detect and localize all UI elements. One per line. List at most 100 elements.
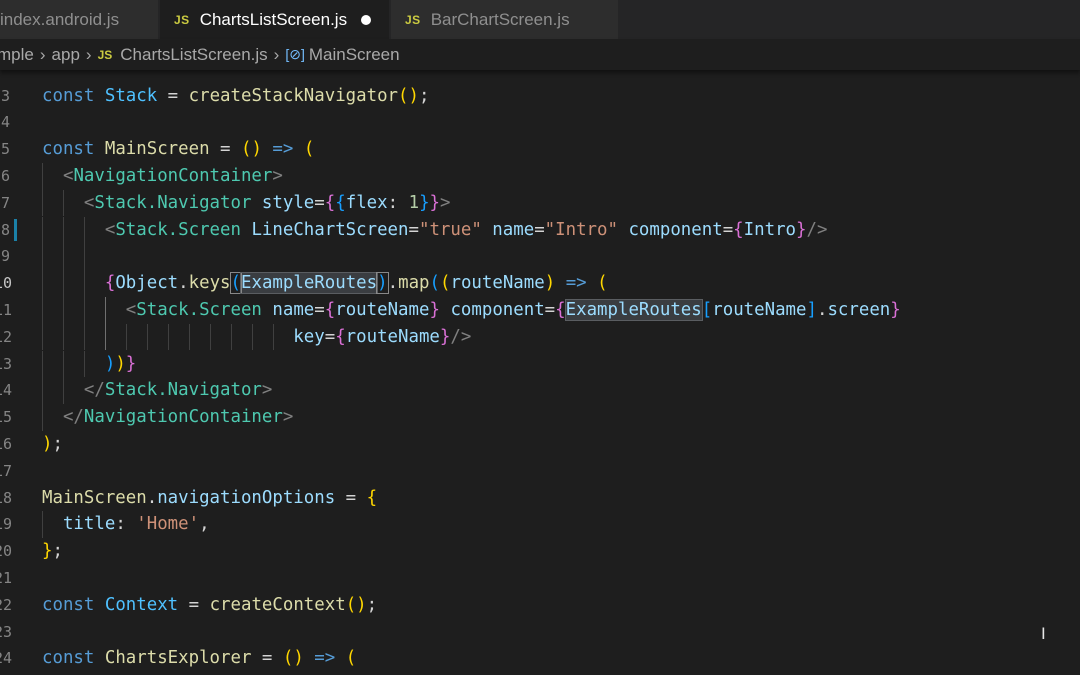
code-token: ChartsExplorer — [104, 648, 252, 669]
line-number: 7 — [0, 193, 10, 212]
code-token: map — [398, 273, 430, 294]
code-token: = — [178, 594, 210, 615]
code-token: ; — [52, 433, 63, 454]
code-line[interactable]: 5 const MainScreen = () => ( — [0, 136, 1080, 163]
code-token: ( — [345, 648, 357, 669]
code-token: "true" — [418, 219, 482, 240]
code-token: => — [314, 648, 336, 669]
js-file-icon: JS — [174, 12, 190, 27]
code-token: . — [816, 299, 828, 320]
code-token: ; — [366, 594, 378, 615]
line-number: 22 — [0, 595, 13, 614]
code-token: = — [314, 299, 325, 320]
code-token: ( — [229, 272, 243, 295]
chevron-right-icon: › — [85, 44, 92, 64]
unsaved-dot-icon[interactable] — [361, 14, 372, 25]
code-token: } — [429, 299, 440, 320]
breadcrumb-folder-app[interactable]: app — [52, 45, 80, 65]
indent-guide — [42, 243, 43, 271]
code-token: Stack.Screen — [136, 299, 262, 320]
code-line[interactable]: 13 ))} — [0, 350, 1080, 378]
code-token: 'Home' — [136, 514, 200, 535]
code-text: title: 'Home', — [42, 511, 210, 538]
code-line[interactable]: 12 key={routeName}/> — [0, 323, 1080, 351]
js-file-icon: JS — [405, 12, 421, 27]
code-token: < — [125, 299, 137, 320]
code-line[interactable]: 15 </NavigationContainer> — [0, 404, 1080, 431]
code-token: routeName — [335, 299, 430, 320]
code-line[interactable]: 7 <Stack.Navigator style={{flex: 1}}> — [0, 189, 1080, 217]
line-number: 8 — [0, 220, 10, 239]
code-token: { — [555, 299, 566, 320]
code-token: < — [83, 192, 95, 213]
code-token: ) — [544, 273, 556, 294]
code-line[interactable]: 14 </Stack.Navigator> — [0, 377, 1080, 405]
tab-charts-list-screen[interactable]: JS ChartsListScreen.js — [160, 0, 390, 39]
code-line[interactable]: 4 — [0, 109, 1080, 136]
code-token: routeName — [345, 326, 440, 347]
code-line[interactable]: 9 — [0, 243, 1080, 271]
tab-bar-chart-screen[interactable]: JS BarChartScreen.js — [391, 0, 619, 39]
code-line[interactable]: 19 title: 'Home', — [0, 511, 1080, 539]
code-line[interactable]: 22 const Context = createContext(); — [0, 592, 1080, 619]
line-number: 12 — [0, 327, 13, 346]
line-number: 20 — [0, 542, 13, 561]
code-text: <Stack.Screen name={routeName} component… — [42, 297, 901, 324]
code-line[interactable]: 8 <Stack.Screen LineChartScreen="true" n… — [0, 216, 1080, 244]
code-line[interactable]: 11 <Stack.Screen name={routeName} compon… — [0, 296, 1080, 324]
modified-line-indicator[interactable] — [14, 218, 17, 241]
code-line[interactable]: 17 — [0, 458, 1080, 485]
code-token: screen — [827, 299, 891, 320]
code-editor[interactable]: 3 const Stack = createStackNavigator(); 4 5… — [0, 70, 1080, 675]
code-line[interactable]: 10 {Object.keys(ExampleRoutes).map((rout… — [0, 270, 1080, 297]
code-token: ) — [376, 272, 389, 295]
code-line[interactable]: 3 const Stack = createStackNavigator(); — [0, 83, 1080, 110]
breadcrumb-folder-example[interactable]: mple — [0, 45, 34, 65]
code-line[interactable]: 21 — [0, 565, 1080, 592]
code-token: /> — [450, 326, 472, 347]
code-token: > — [440, 192, 451, 213]
code-token: ; — [52, 541, 63, 562]
line-number: 11 — [0, 300, 13, 319]
chevron-right-icon: › — [39, 44, 46, 64]
chevron-right-icon: › — [273, 44, 280, 64]
code-token: > — [261, 380, 273, 401]
code-line[interactable]: 6 <NavigationContainer> — [0, 162, 1080, 190]
line-number: 18 — [0, 488, 13, 507]
code-line[interactable]: 24 const ChartsExplorer = () => ( — [0, 645, 1080, 672]
code-token: ] — [806, 299, 817, 320]
breadcrumb-file[interactable]: ChartsListScreen.js — [120, 45, 267, 65]
code-token: Intro — [743, 219, 797, 240]
code-token: < — [62, 165, 74, 186]
breadcrumb-symbol[interactable]: MainScreen — [309, 45, 400, 65]
code-line[interactable]: 16); — [0, 431, 1080, 458]
code-token: } — [890, 299, 901, 320]
code-line[interactable]: 23 — [0, 619, 1080, 646]
code-text: <Stack.Screen LineChartScreen="true" nam… — [42, 217, 828, 244]
line-number: 16 — [0, 434, 13, 453]
code-token: name — [272, 299, 315, 320]
code-line[interactable]: 18 MainScreen.navigationOptions = { — [0, 485, 1080, 512]
code-line[interactable]: 20}; — [0, 538, 1080, 565]
code-token: : — [387, 192, 409, 213]
code-token: LineChartScreen — [251, 219, 409, 240]
line-number: 15 — [0, 408, 13, 427]
code-token: = — [324, 326, 336, 347]
code-token: NavigationContainer — [83, 407, 283, 428]
code-token: const — [42, 594, 95, 615]
tab-index-android[interactable]: index.android.js — [0, 0, 159, 39]
code-token: ExampleRoutes — [564, 298, 703, 321]
code-token: keys — [188, 273, 231, 294]
variable-symbol-icon: [⊘] — [285, 46, 305, 62]
code-token: = — [534, 219, 545, 240]
code-token: component — [628, 219, 723, 240]
code-text: <NavigationContainer> — [42, 163, 283, 190]
tab-label: BarChartScreen.js — [430, 9, 570, 29]
code-token: { — [104, 273, 116, 294]
code-token: = — [722, 219, 734, 240]
